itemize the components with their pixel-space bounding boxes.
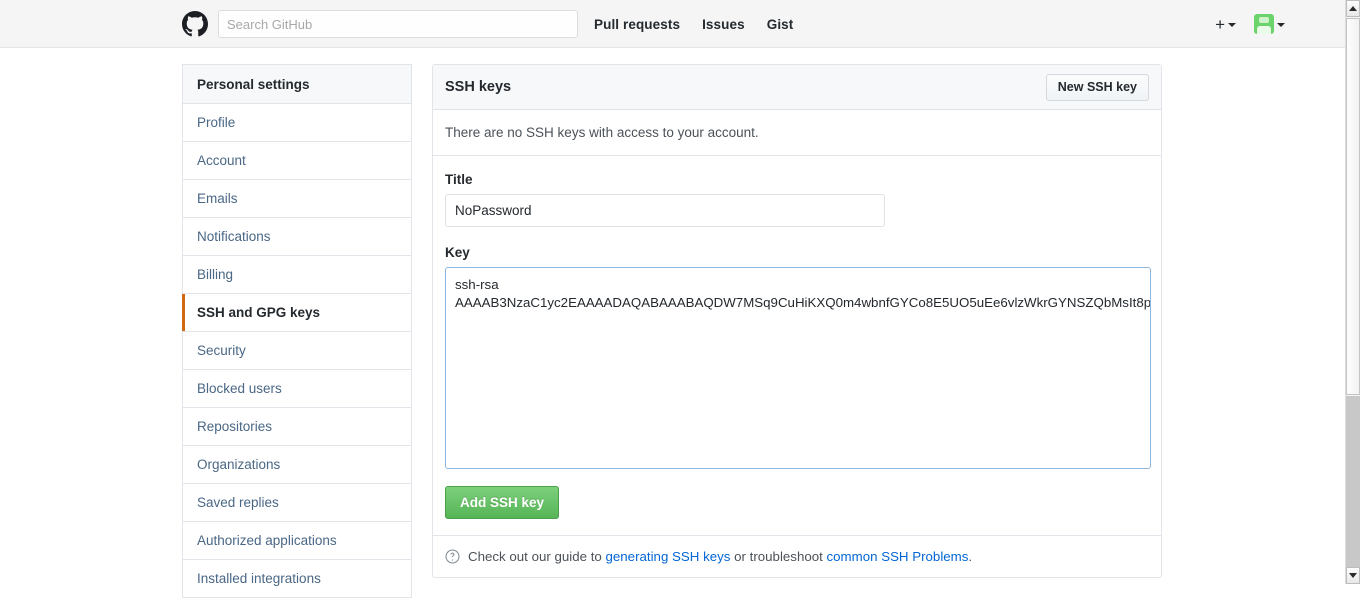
sidebar-item-ssh-and-gpg-keys[interactable]: SSH and GPG keys [182,294,411,332]
page-body: Personal settings Profile Account Emails… [0,48,1345,598]
scrollbar-thumb[interactable] [1346,18,1360,395]
nav-issues[interactable]: Issues [702,17,745,32]
key-field-label: Key [445,245,470,260]
title-field-label: Title [445,172,473,187]
help-text: Check out our guide to generating SSH ke… [468,549,972,564]
settings-sidebar: Personal settings Profile Account Emails… [182,64,412,598]
sidebar-item-blocked-users[interactable]: Blocked users [183,370,411,408]
new-ssh-key-button[interactable]: New SSH key [1045,73,1149,101]
site-header: Pull requests Issues Gist + [0,0,1345,48]
page-title: SSH keys [445,79,512,95]
scroll-up-arrow-icon [1349,6,1357,11]
common-ssh-problems-link[interactable]: common SSH Problems [827,549,969,564]
header-nav: Pull requests Issues Gist [594,0,793,48]
window-scrollbar[interactable] [1345,0,1360,584]
add-key-form: Title Key Add SSH key [433,156,1161,536]
sidebar-title: Personal settings [183,65,411,104]
key-textarea[interactable] [445,267,1151,469]
nav-pull-requests[interactable]: Pull requests [594,17,680,32]
help-footer: Check out our guide to generating SSH ke… [433,536,1161,577]
sidebar-item-account[interactable]: Account [183,142,411,180]
scroll-down-arrow-icon [1349,573,1357,578]
generating-ssh-keys-link[interactable]: generating SSH keys [606,549,731,564]
sidebar-item-organizations[interactable]: Organizations [183,446,411,484]
no-keys-message: There are no SSH keys with access to you… [433,110,1161,156]
nav-gist[interactable]: Gist [767,17,794,32]
header-actions: + [1215,0,1285,48]
key-title-input[interactable] [445,194,885,227]
chevron-down-icon [1277,23,1285,27]
chevron-down-icon [1228,23,1236,27]
sidebar-item-billing[interactable]: Billing [183,256,411,294]
question-circle-icon [445,549,460,564]
sidebar-item-authorized-applications[interactable]: Authorized applications [183,522,411,560]
search-input[interactable] [218,10,578,38]
help-text-before: Check out our guide to [468,549,606,564]
sidebar-item-emails[interactable]: Emails [183,180,411,218]
create-new-menu[interactable]: + [1215,16,1236,33]
scrollbar-track-lower[interactable] [1346,396,1360,567]
help-text-middle: or troubleshoot [730,549,827,564]
panel-header: SSH keys New SSH key [433,65,1161,110]
ssh-keys-panel: SSH keys New SSH key There are no SSH ke… [432,64,1162,578]
account-menu[interactable] [1254,14,1285,34]
sidebar-item-installed-integrations[interactable]: Installed integrations [183,560,411,598]
plus-icon: + [1215,14,1225,34]
sidebar-item-repositories[interactable]: Repositories [183,408,411,446]
github-mark-icon[interactable] [182,11,208,37]
sidebar-item-saved-replies[interactable]: Saved replies [183,484,411,522]
add-ssh-key-button[interactable]: Add SSH key [445,486,560,519]
scroll-up-button[interactable] [1346,0,1360,17]
help-text-after: . [968,549,973,564]
sidebar-item-security[interactable]: Security [183,332,411,370]
avatar [1254,14,1274,34]
sidebar-item-profile[interactable]: Profile [183,104,411,142]
sidebar-item-notifications[interactable]: Notifications [183,218,411,256]
scroll-down-button[interactable] [1346,567,1360,584]
